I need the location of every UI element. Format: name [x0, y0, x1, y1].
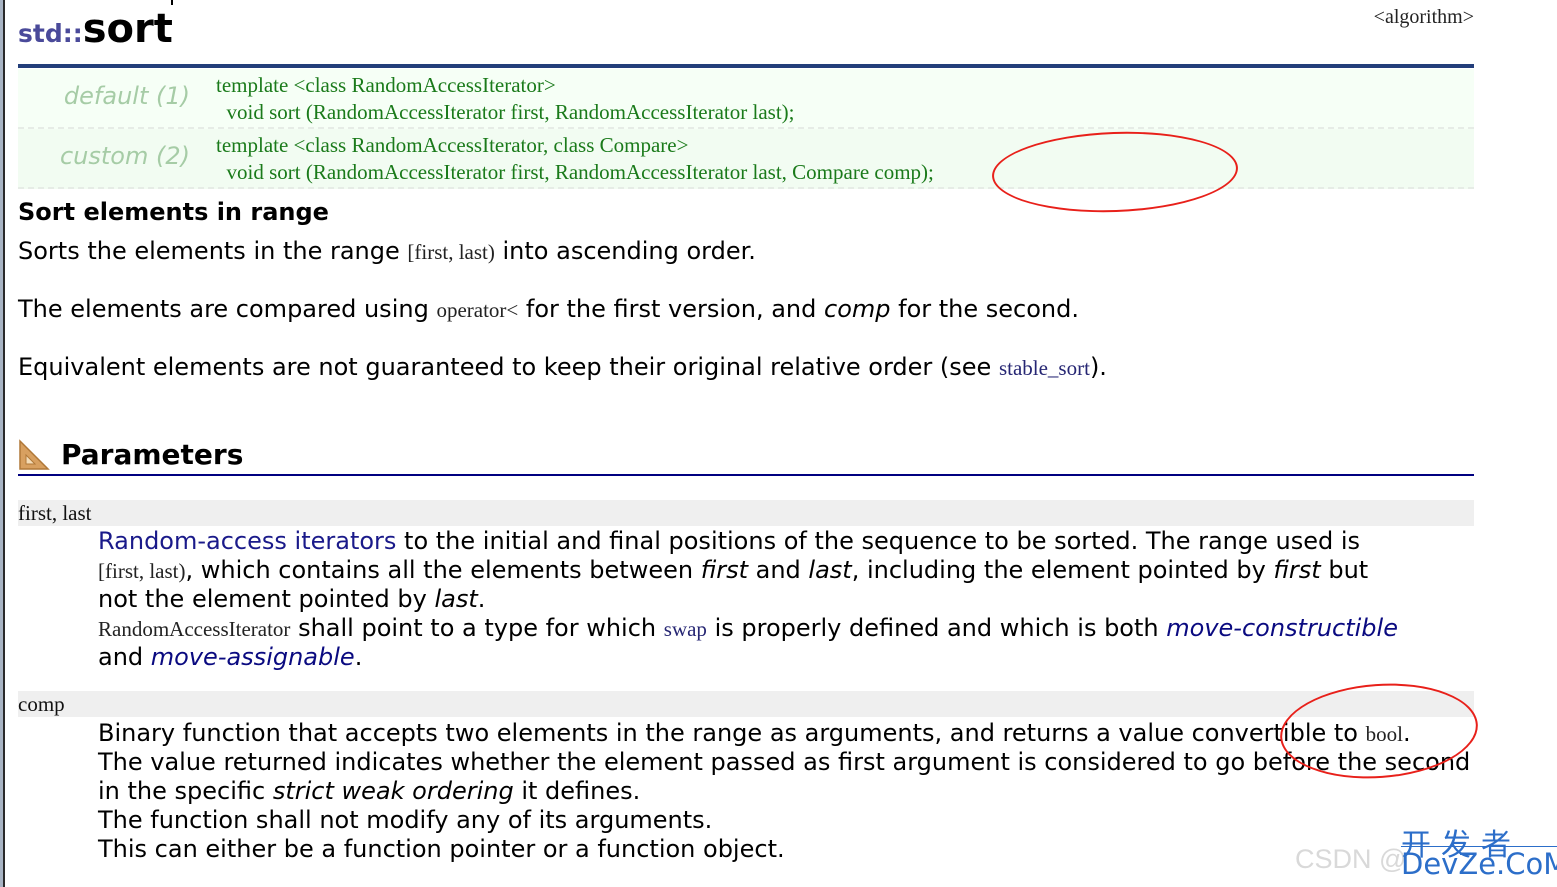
param-desc-line: RandomAccessIterator shall point to a ty… [98, 614, 1398, 644]
text: , including the element pointed by [851, 556, 1274, 584]
prototype-label: custom (2) [59, 142, 190, 170]
emphasis: comp [824, 295, 891, 323]
prototype-label: default (1) [63, 82, 190, 110]
stable-sort-link[interactable]: stable_sort [999, 356, 1090, 380]
param-desc-line: not the element pointed by last. [98, 585, 485, 614]
code-line: template <class RandomAccessIterator, cl… [216, 133, 689, 157]
emphasis: first [700, 556, 748, 584]
title-namespace: std:: [18, 19, 83, 48]
page-title: std:: sort [18, 6, 173, 56]
text: it defines. [513, 777, 641, 805]
inline-code: [first, last) [98, 559, 186, 583]
text: . [354, 643, 363, 671]
parameters-section-header: Parameters [18, 436, 1474, 476]
text: , which contains all the elements betwee… [185, 556, 701, 584]
text: not the element pointed by [98, 585, 435, 613]
param-desc-line: Random-access iterators to the initial a… [98, 527, 1360, 556]
prototype-row-default: default (1) template <class RandomAccess… [18, 69, 1474, 129]
code-line: void sort (RandomAccessIterator first, R… [216, 100, 795, 124]
text: The elements are compared using [18, 295, 437, 323]
move-assignable-link[interactable]: move-assignable [151, 643, 355, 671]
window-left-border-dark [3, 0, 5, 887]
set-square-icon [19, 439, 50, 470]
random-access-iterators-link[interactable]: Random-access iterators [98, 527, 396, 555]
param-desc-line: [first, last), which contains all the el… [98, 556, 1368, 586]
description-paragraph-1: Sorts the elements in the range [first, … [18, 237, 756, 265]
text: for the second. [890, 295, 1079, 323]
param-desc-line: This can either be a function pointer or… [98, 835, 785, 864]
text: shall point to a type for which [290, 614, 664, 642]
title-divider [18, 64, 1474, 68]
emphasis: last [808, 556, 852, 584]
text: is properly defined and which is both [706, 614, 1167, 642]
text: to the initial and final positions of th… [396, 527, 1361, 555]
param-name-first-last: first, last [18, 500, 1474, 526]
watermark-csdn: CSDN @ [1295, 844, 1407, 874]
text: . [477, 585, 486, 613]
param-desc-line: The function shall not modify any of its… [98, 806, 712, 835]
text: Equivalent elements are not guaranteed t… [18, 353, 999, 381]
param-desc-line: and move-assignable. [98, 643, 362, 672]
text: in the specific [98, 777, 273, 805]
param-name-comp: comp [18, 691, 1474, 717]
text: This can either be a function pointer or… [98, 835, 785, 863]
code-line: template <class RandomAccessIterator> [216, 73, 556, 97]
param-desc-line: Binary function that accepts two element… [98, 719, 1411, 749]
param-desc-line: The value returned indicates whether the… [98, 748, 1470, 777]
watermark-domain: DevZe.CoM [1401, 846, 1557, 881]
param-desc-line: in the specific strict weak ordering it … [98, 777, 640, 806]
top-cutoff-glyph [171, 0, 173, 5]
text: Binary function that accepts two element… [98, 719, 1366, 747]
inline-code: RandomAccessIterator [98, 617, 291, 641]
parameters-heading: Parameters [61, 438, 244, 471]
text: for the first version, and [518, 295, 824, 323]
prototype-code: template <class RandomAccessIterator> vo… [216, 72, 795, 126]
title-function-name: sort [82, 6, 173, 52]
text: Sorts the elements in the range [18, 237, 408, 265]
move-constructible-link[interactable]: move-constructible [1166, 614, 1398, 642]
description-paragraph-3: Equivalent elements are not guaranteed t… [18, 353, 1107, 381]
emphasis: strict weak ordering [272, 777, 514, 805]
text: but [1320, 556, 1369, 584]
prototype-code: template <class RandomAccessIterator, cl… [216, 132, 934, 186]
text: ). [1089, 353, 1107, 381]
text: and [748, 556, 809, 584]
description-paragraph-2: The elements are compared using operator… [18, 295, 1079, 323]
header-file-label: <algorithm> [1373, 6, 1474, 28]
inline-code: operator< [436, 298, 519, 322]
emphasis: last [434, 585, 478, 613]
emphasis: first [1273, 556, 1321, 584]
inline-code: [first, last) [407, 240, 495, 264]
text: and [98, 643, 151, 671]
prototype-table: default (1) template <class RandomAccess… [18, 69, 1474, 189]
code-line: void sort (RandomAccessIterator first, R… [216, 160, 934, 184]
text: into ascending order. [494, 237, 756, 265]
prototype-row-custom: custom (2) template <class RandomAccessI… [18, 129, 1474, 189]
text: The value returned indicates whether the… [98, 748, 1471, 776]
description-heading: Sort elements in range [18, 198, 329, 226]
swap-link[interactable]: swap [664, 617, 707, 641]
text: The function shall not modify any of its… [98, 806, 713, 834]
